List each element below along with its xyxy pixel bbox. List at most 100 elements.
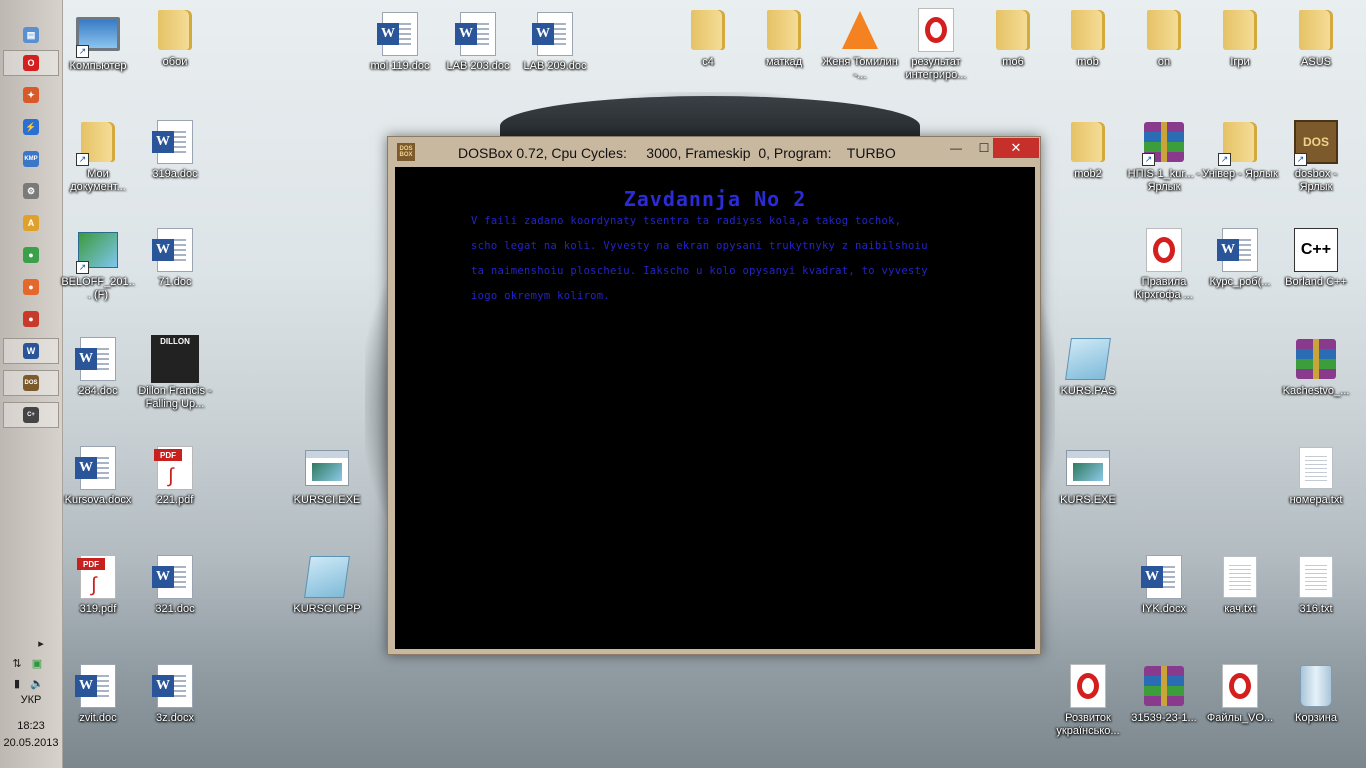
desktop-icon[interactable]: Wzvit.doc [60,662,136,725]
desktop-icon-label: LAB 203.doc [446,60,510,72]
desktop-icon[interactable]: результат интегриро... [898,6,974,82]
desktop-icon[interactable]: C++ Borland C++ [1278,226,1354,289]
clock-time[interactable]: 18:23 [0,720,62,732]
desktop-icon[interactable]: mob [1050,6,1126,69]
dosbox-icon[interactable]: DOS BOX [397,143,415,161]
desktop-icon[interactable]: Правила Кірхгофа ... [1126,226,1202,302]
desktop-icon[interactable]: DILLON Dillon Francis - Falling Up... [137,335,213,411]
desktop-icon[interactable]: Женя Томилин -... [822,6,898,82]
shortcut-arrow-icon: ↗ [1142,153,1155,166]
desktop-icon[interactable]: обои [137,6,213,69]
dos-line-4: iogo okremym kolirom. [471,290,611,302]
desktop-icon-label: 221.pdf [156,494,194,506]
dosbox-window[interactable]: DOS BOX DOSBox 0.72, Cpu Cycles: 3000, F… [387,136,1041,655]
desktop-icon[interactable]: 316.txt [1278,553,1354,616]
desktop-icon[interactable]: on [1126,6,1202,69]
kmp-taskbar-button[interactable]: KMP [3,146,59,172]
desktop-icon[interactable]: W 3z.docx [137,662,213,725]
pdf-icon-part: PDF [154,449,182,461]
desktop-icon[interactable]: ↗ НПІS-1_kur... - Ярлык [1126,118,1202,194]
desktop-icon[interactable]: PDF ∫ 221.pdf [137,444,213,507]
opera-icon-part [918,8,954,52]
desktop-icon[interactable]: W IYK.docx [1126,553,1202,616]
dosbox-window-title: DOSBox 0.72, Cpu Cycles: 3000, Frameskip… [458,145,896,161]
desktop-icon-label: 319a.doc [152,168,198,180]
game-taskbar-button[interactable]: ✦ [3,82,59,108]
desktop-icon[interactable]: Файлы_VO... [1202,662,1278,725]
borland-taskbar-button[interactable]: C+ [3,402,59,428]
dosbox-title-bar[interactable]: DOS BOX DOSBox 0.72, Cpu Cycles: 3000, F… [388,137,1040,167]
word-taskbar-button[interactable]: W [3,338,59,364]
dosbox-screen[interactable]: Zavdannja No 2 V faili zadano koordynaty… [395,167,1035,649]
chevron-right-icon[interactable]: ▸ [34,636,48,650]
desktop-icon[interactable]: Розвиток українсько... [1050,662,1126,738]
minimize-button[interactable]: — [942,138,970,158]
desktop-icon[interactable]: W LAB 209.doc [517,10,593,73]
opera-taskbar-button[interactable]: O [3,50,59,76]
word-icon: W [454,10,502,58]
desktop-icon[interactable]: mob2 [1050,118,1126,181]
folder-icon-part [1223,10,1257,50]
desktop-icon[interactable]: KURSCI.CPP [289,553,365,616]
close-button[interactable]: ✕ [993,138,1039,158]
desktop-icon[interactable]: ↗ Мои документ... [60,118,136,194]
volume-icon[interactable]: 🔈 [30,676,44,690]
desktop-icon[interactable]: W Kursova.docx [60,444,136,507]
pdf-icon: PDF ∫ [151,444,199,492]
settings-taskbar-button[interactable]: ⚙ [3,178,59,204]
aimp-taskbar-button[interactable]: A [3,210,59,236]
app-tray-icon[interactable]: ▣ [30,656,44,670]
desktop-icon-label: Borland C++ [1285,276,1347,288]
word-icon: W [74,444,122,492]
desktop-icon[interactable]: Корзина [1278,662,1354,725]
desktop-icon[interactable]: Wmol 119.doc [362,10,438,73]
desktop-icon[interactable]: ↗ Компьютер [60,10,136,73]
desktop-icon[interactable]: KURS.EXE [1050,444,1126,507]
txt-icon [1216,553,1264,601]
desktop-icon[interactable]: W 71.doc [137,226,213,289]
chrome-taskbar-button[interactable]: ● [3,242,59,268]
desktop-icon[interactable]: Kachestvo_... [1278,335,1354,398]
opera-alt-taskbar-button[interactable]: ● [3,306,59,332]
desktop-icon[interactable]: W Курс_роб(... [1202,226,1278,289]
explorer-taskbar-button[interactable]: ▤ [3,22,59,48]
opera-icon-part [1153,237,1175,263]
desktop-icon[interactable]: DOS ↗ dosbox - Ярлык [1278,118,1354,194]
desktop-icon[interactable]: номера.txt [1278,444,1354,507]
desktop-icon-label: ASUS [1301,56,1331,68]
desktop-icon[interactable]: маткад [746,6,822,69]
opera-alt-taskbar-icon: ● [23,311,39,327]
system-tray: ▸ ⇅ ▣ ▮ 🔈 [10,636,54,690]
desktop-icon[interactable]: KURSCI.EXE [289,444,365,507]
desktop-icon[interactable]: кач.txt [1202,553,1278,616]
folder-icon [1064,6,1112,54]
vlc-icon-part [842,11,878,49]
desktop-icon[interactable]: Ігри [1202,6,1278,69]
opera-icon-part [1077,673,1099,699]
desktop-icon[interactable]: c4 [670,6,746,69]
dosbox-taskbar-button[interactable]: DOS [3,370,59,396]
desktop-icon[interactable]: W LAB 203.doc [440,10,516,73]
desktop-icon[interactable]: PDF ∫ 319.pdf [60,553,136,616]
desktop-icon[interactable]: W 284.doc [60,335,136,398]
dosbox-icon: DOS ↗ [1292,118,1340,166]
desktop-icon[interactable]: W 321.doc [137,553,213,616]
desktop-icon[interactable]: W 319a.doc [137,118,213,181]
sync-icon[interactable]: ⇅ [10,656,24,670]
desktop-icon[interactable]: 31539-23-1... [1126,662,1202,725]
signal-icon[interactable]: ▮ [10,676,24,690]
txt-icon-part [1299,556,1333,598]
shortcut-arrow-icon: ↗ [1294,153,1307,166]
desktop-icon[interactable]: ASUS [1278,6,1354,69]
desktop-icon-label: Kursova.docx [64,494,132,506]
lightning-taskbar-button[interactable]: ⚡ [3,114,59,140]
desktop-icon[interactable]: ↗ Універ - Ярлык [1202,118,1278,181]
desktop-icon[interactable]: mo6 [975,6,1051,69]
language-indicator[interactable]: УКР [0,694,62,706]
firefox-taskbar-button[interactable]: ● [3,274,59,300]
clock-date[interactable]: 20.05.2013 [0,737,62,749]
desktop-icon[interactable]: KURS.PAS [1050,335,1126,398]
desktop-icon[interactable]: ↗ BELOFF_201... (F) [60,226,136,302]
opera-icon [1064,662,1112,710]
setup-icon: ↗ [74,226,122,274]
